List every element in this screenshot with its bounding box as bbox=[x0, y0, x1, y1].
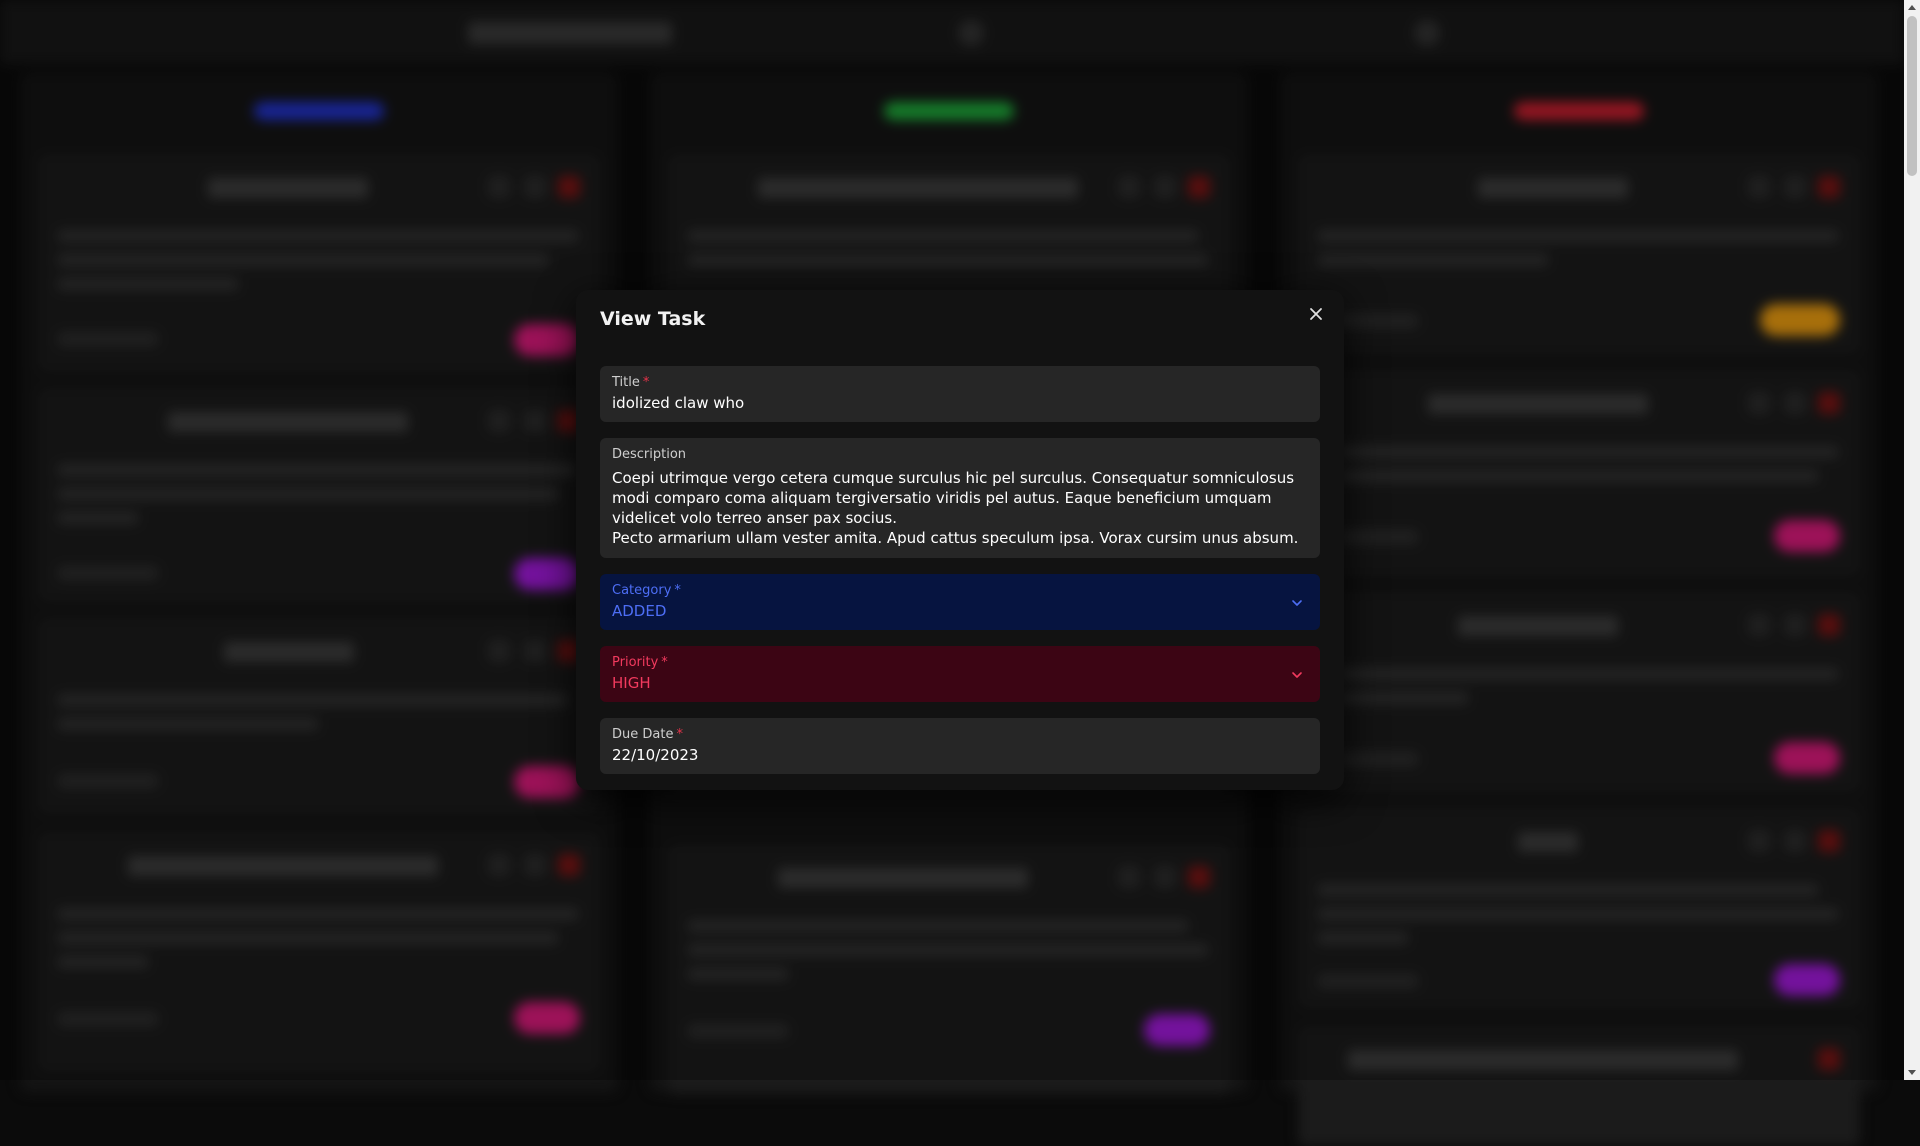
category-select[interactable]: Category * ADDED bbox=[600, 574, 1320, 630]
description-paragraph: Coepi utrimque vergo cetera cumque surcu… bbox=[612, 469, 1295, 527]
page-scrollbar[interactable] bbox=[1904, 0, 1920, 1080]
description-text: Coepi utrimque vergo cetera cumque surcu… bbox=[612, 468, 1312, 548]
category-field-label: Category bbox=[612, 583, 672, 598]
description-field[interactable]: Description Coepi utrimque vergo cetera … bbox=[600, 438, 1320, 558]
required-mark: * bbox=[674, 583, 681, 598]
due-date-value: 22/10/2023 bbox=[612, 746, 699, 764]
modal-title: View Task bbox=[600, 308, 706, 330]
description-field-label: Description bbox=[612, 447, 687, 462]
chevron-down-icon[interactable] bbox=[1290, 596, 1304, 610]
close-icon bbox=[1310, 308, 1322, 320]
priority-select[interactable]: Priority * HIGH bbox=[600, 646, 1320, 702]
category-value: ADDED bbox=[612, 602, 667, 620]
description-paragraph: Pecto armarium ullam vester amita. Apud … bbox=[612, 529, 1299, 547]
priority-value: HIGH bbox=[612, 674, 651, 692]
chevron-down-icon[interactable] bbox=[1290, 668, 1304, 682]
scroll-down-arrow-icon[interactable] bbox=[1908, 1070, 1916, 1075]
required-mark: * bbox=[642, 375, 650, 390]
priority-field-label: Priority bbox=[612, 655, 659, 670]
scrollbar-thumb[interactable] bbox=[1907, 16, 1917, 176]
title-field-label: Title bbox=[612, 375, 640, 390]
priority-field-label-wrap: Priority * bbox=[612, 655, 668, 670]
due-date-field-label: Due Date bbox=[612, 727, 674, 742]
close-button[interactable] bbox=[1304, 302, 1328, 326]
due-date-field[interactable]: Due Date * 22/10/2023 bbox=[600, 718, 1320, 774]
required-mark: * bbox=[676, 727, 683, 742]
title-field[interactable]: Title * idolized claw who bbox=[600, 366, 1320, 422]
category-field-label-wrap: Category * bbox=[612, 583, 681, 598]
scroll-up-arrow-icon[interactable] bbox=[1908, 5, 1916, 10]
view-task-modal: View Task Title * idolized claw who Descr… bbox=[576, 290, 1344, 790]
title-field-value: idolized claw who bbox=[612, 394, 745, 412]
title-field-label-wrap: Title * bbox=[612, 375, 649, 390]
due-date-field-label-wrap: Due Date * bbox=[612, 727, 683, 742]
required-mark: * bbox=[661, 655, 668, 670]
